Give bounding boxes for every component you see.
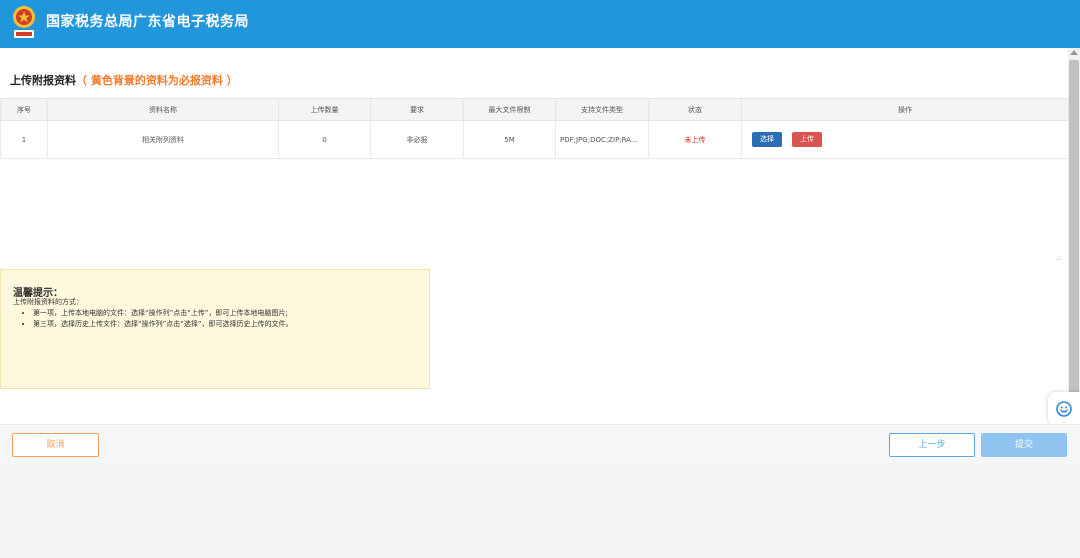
table-row: 1 相关附列资料 0 非必报 5M PDF;JPG;DOC;ZIP;RA... … [0, 120, 1069, 159]
tips-panel: 温馨提示： 上传附报资料的方式： 第一项，上传本地电脑的文件：选择“操作列”点击… [0, 269, 430, 389]
resize-grip-icon[interactable]: .: [1056, 254, 1061, 262]
cell-count: 0 [278, 120, 371, 159]
previous-step-button[interactable]: 上一步 [889, 433, 975, 457]
scrollbar-thumb[interactable] [1069, 60, 1079, 396]
scroll-up-arrow-icon[interactable] [1070, 50, 1078, 55]
cancel-button[interactable]: 取消 [12, 433, 99, 457]
column-header-requirement: 要求 [370, 98, 464, 121]
upload-button[interactable]: 上传 [792, 132, 822, 147]
tips-list: 第一项，上传本地电脑的文件：选择“操作列”点击“上传”，即可上传本地电脑图片; … [23, 308, 293, 330]
tax-bureau-emblem-icon [13, 6, 35, 38]
cell-index: 1 [0, 120, 48, 159]
site-title: 国家税务总局广东省电子税务局 [46, 14, 249, 30]
cell-max-size: 5M [463, 120, 556, 159]
attachment-table: 序号 资料名称 上传数量 要求 最大文件限制 支持文件类型 状态 操作 1 相关… [0, 98, 1069, 159]
submit-button[interactable]: 提交 [981, 433, 1067, 457]
column-header-name: 资料名称 [47, 98, 279, 121]
online-help-button[interactable] [1048, 392, 1080, 426]
column-header-status: 状态 [648, 98, 742, 121]
tips-item: 第三项，选择历史上传文件：选择“操作列”点击“选择”，即可选择历史上传的文件。 [33, 319, 293, 330]
top-header-bar: 国家税务总局广东省电子税务局 [0, 0, 1080, 48]
cell-actions: 选择 上传 [741, 120, 1069, 159]
column-header-max-size: 最大文件限制 [463, 98, 556, 121]
section-title-text: 上传附报资料 [10, 74, 76, 87]
cell-requirement: 非必报 [370, 120, 464, 159]
cell-status: 未上传 [648, 120, 742, 159]
cell-file-types: PDF;JPG;DOC;ZIP;RA... [555, 120, 649, 159]
required-note: （ 黄色背景的资料为必报资料 ） [76, 74, 238, 87]
column-header-count: 上传数量 [278, 98, 371, 121]
help-chat-icon [1056, 401, 1072, 417]
column-header-index: 序号 [0, 98, 48, 121]
table-header-row: 序号 资料名称 上传数量 要求 最大文件限制 支持文件类型 状态 操作 [0, 98, 1069, 121]
tips-intro: 上传附报资料的方式： [13, 298, 83, 306]
cell-name: 相关附列资料 [47, 120, 279, 159]
select-button[interactable]: 选择 [752, 132, 782, 147]
tips-item: 第一项，上传本地电脑的文件：选择“操作列”点击“上传”，即可上传本地电脑图片; [33, 308, 293, 319]
column-header-file-types: 支持文件类型 [555, 98, 649, 121]
column-header-actions: 操作 [741, 98, 1069, 121]
section-title: 上传附报资料（ 黄色背景的资料为必报资料 ） [10, 72, 238, 88]
